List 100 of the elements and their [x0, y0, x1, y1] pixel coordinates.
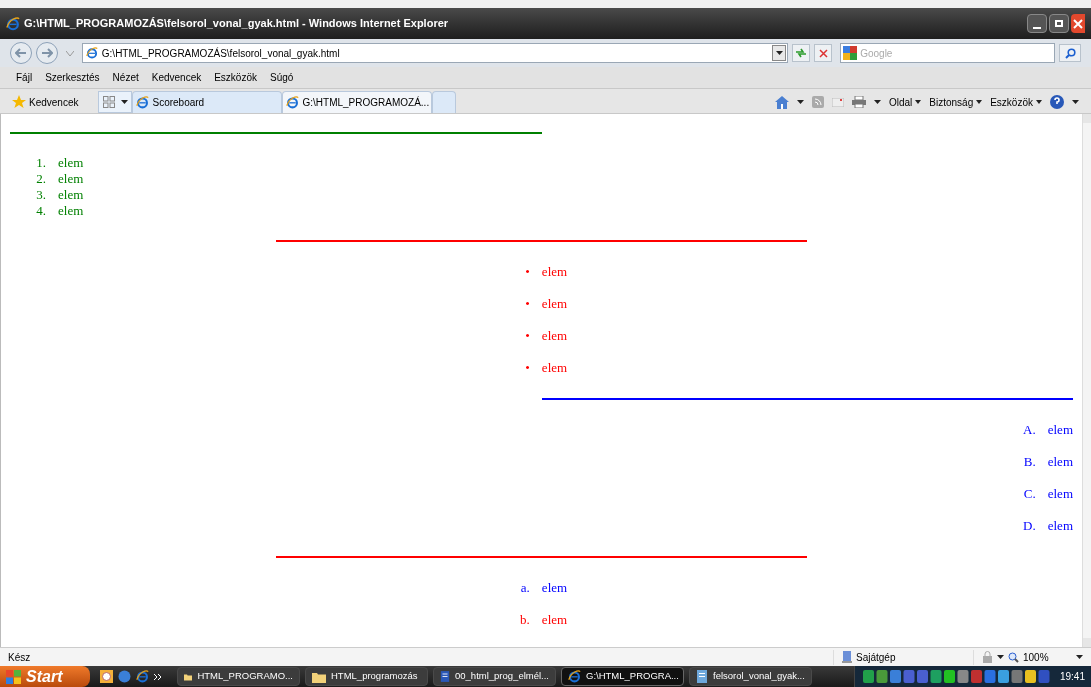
browser-icon — [568, 670, 581, 683]
command-menu-button[interactable]: Biztonság — [929, 94, 983, 110]
help-icon[interactable] — [1050, 95, 1064, 109]
search-placeholder: Google — [860, 46, 893, 61]
caret-icon — [121, 100, 129, 104]
chevron-icon[interactable] — [154, 673, 162, 680]
document-icon — [696, 670, 708, 683]
list-marker: 3. — [35, 187, 47, 203]
list-marker: • — [524, 359, 531, 377]
list-item-text: elem — [58, 203, 84, 219]
menu-item[interactable]: Szerkesztés — [45, 70, 100, 85]
taskbar-item[interactable]: G:\HTML_PROGRA... — [561, 667, 684, 686]
restore-button[interactable] — [1049, 14, 1069, 33]
address-field[interactable]: G:\HTML_PROGRAMOZÁS\felsorol_vonal_gyak.html — [81, 43, 789, 63]
list-item-text: elem — [541, 295, 568, 313]
tab-label: G:\HTML_PROGRAMOZÁ... — [302, 95, 430, 110]
taskbar-label: 00_html_prog_elmél... — [455, 669, 549, 684]
stop-icon — [818, 48, 828, 58]
browser-icon — [286, 96, 300, 109]
tray-icons-drawing[interactable] — [862, 670, 1053, 683]
caret-icon — [1072, 100, 1079, 104]
minimize-button[interactable] — [1027, 14, 1047, 33]
menu-item[interactable]: Kedvencek — [151, 70, 202, 85]
list-item-text: elem — [541, 359, 568, 377]
clock-text: 19:41 — [1059, 670, 1085, 684]
menu-item[interactable]: Eszközök — [214, 70, 257, 85]
taskbar-label: felsorol_vonal_gyak... — [713, 669, 805, 684]
forward-icon — [40, 48, 53, 58]
app-icon[interactable] — [118, 670, 131, 683]
vertical-scrollbar[interactable] — [1082, 114, 1091, 647]
list-item-text: elem — [58, 171, 84, 187]
list-marker: • — [524, 263, 531, 281]
favorites-button[interactable]: Kedvencek — [12, 91, 79, 113]
caret-icon — [873, 100, 881, 104]
list-item-text: elem — [58, 155, 84, 171]
windows-logo-icon — [6, 669, 21, 684]
taskbar-label: HTML_PROGRAMO... — [197, 669, 293, 684]
taskbar-item[interactable]: 00_html_prog_elmél... — [433, 667, 556, 686]
caret-icon[interactable] — [65, 50, 74, 56]
list-marker: A. — [1022, 421, 1037, 439]
list-marker: B. — [1022, 453, 1037, 471]
menu-item[interactable]: Nézet — [112, 70, 139, 85]
list-marker: 1. — [35, 155, 47, 171]
list-marker: 4. — [35, 203, 47, 219]
back-button[interactable] — [10, 42, 32, 64]
list-item-text: elem — [541, 263, 568, 281]
forward-button[interactable] — [35, 42, 58, 64]
refresh-icon — [795, 48, 808, 58]
caret-icon — [915, 100, 922, 104]
tab-label: Scoreboard — [152, 96, 205, 110]
browser-icon — [6, 16, 20, 31]
search-icon — [1064, 47, 1076, 59]
start-button[interactable]: Start — [0, 666, 90, 687]
menu-item[interactable]: Fájl — [16, 70, 33, 85]
quick-tabs-button[interactable] — [98, 91, 133, 113]
close-button[interactable] — [1071, 14, 1085, 33]
search-button[interactable] — [1059, 44, 1082, 62]
list-item-text: elem — [1047, 453, 1073, 471]
list-item-text: elem — [1047, 517, 1073, 535]
browser-icon — [136, 670, 149, 683]
list-marker: C. — [1022, 485, 1037, 503]
list-marker: • — [524, 295, 531, 313]
home-icon[interactable] — [774, 95, 789, 109]
clock-app-icon[interactable] — [100, 670, 113, 683]
list-item-text: elem — [58, 187, 84, 203]
mail-icon[interactable] — [831, 97, 844, 107]
caret-icon — [997, 655, 1004, 659]
star-icon — [12, 95, 26, 109]
lock-icon[interactable] — [982, 651, 993, 663]
caret-icon — [796, 100, 804, 104]
browser-icon — [136, 96, 150, 109]
grid-icon — [102, 96, 115, 108]
menu-item[interactable]: Súgó — [270, 70, 294, 85]
computer-icon — [842, 651, 852, 663]
address-dropdown-button[interactable] — [772, 45, 787, 61]
taskbar-label: HTML_programozás — [331, 669, 418, 684]
document-icon — [440, 670, 450, 683]
caret-icon — [1036, 100, 1042, 104]
browser-icon — [85, 47, 98, 59]
browser-tab[interactable]: Scoreboard — [132, 91, 283, 113]
taskbar-item[interactable]: HTML_programozás — [305, 667, 428, 686]
back-icon — [14, 48, 27, 58]
zoom-level[interactable]: 100% — [1023, 649, 1049, 665]
printer-icon[interactable] — [851, 96, 866, 108]
list-marker: D. — [1022, 517, 1037, 535]
caret-icon — [775, 51, 783, 55]
command-menu-button[interactable]: Eszközök — [990, 94, 1042, 110]
refresh-button[interactable] — [792, 44, 811, 62]
stop-button[interactable] — [814, 44, 833, 62]
caret-icon — [1076, 655, 1083, 659]
window-title: G:\HTML_PROGRAMOZÁS\felsorol_vonal_gyak.html - Windows Internet Explorer — [24, 16, 449, 32]
command-menu-button[interactable]: Oldal — [888, 94, 922, 110]
google-logo-icon — [843, 46, 858, 60]
browser-tab[interactable]: G:\HTML_PROGRAMOZÁ... — [282, 91, 433, 113]
taskbar-item[interactable]: felsorol_vonal_gyak... — [689, 667, 812, 686]
list-marker: b. — [519, 611, 531, 629]
list-marker: 2. — [35, 171, 47, 187]
list-item-text: elem — [1047, 421, 1073, 439]
list-marker: a. — [519, 579, 531, 597]
taskbar-item[interactable]: HTML_PROGRAMO... — [177, 667, 300, 686]
